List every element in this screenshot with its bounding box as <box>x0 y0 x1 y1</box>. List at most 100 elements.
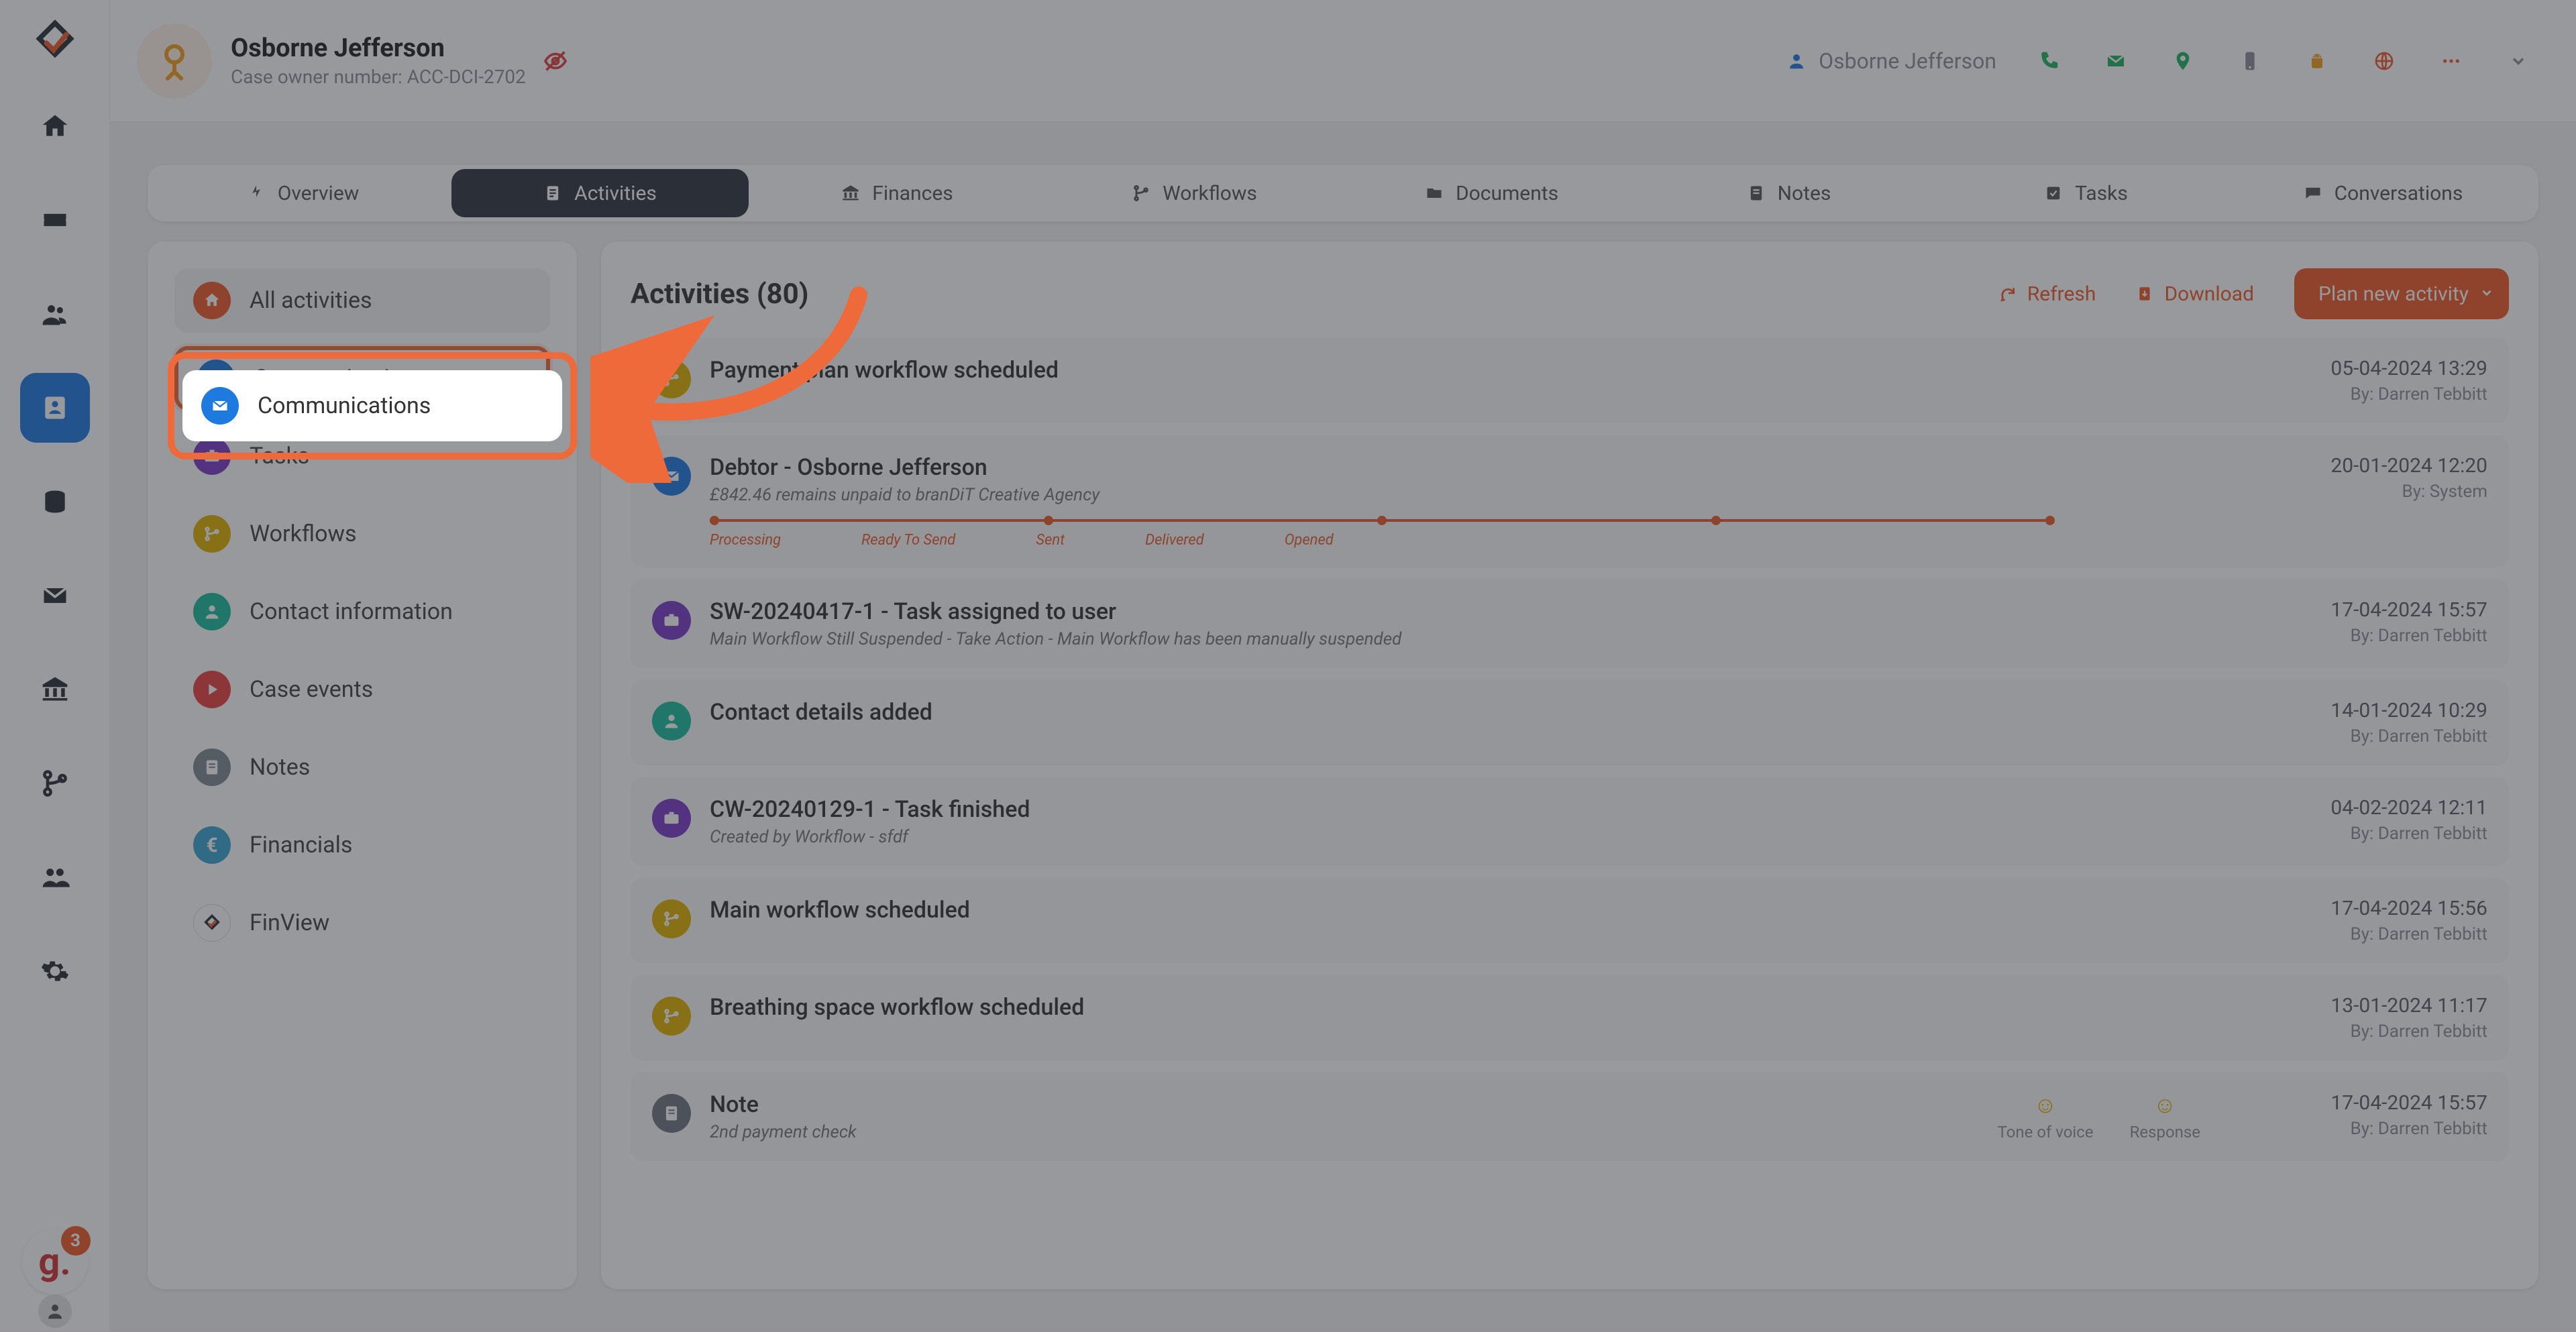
activity-author: By: System <box>2246 482 2487 502</box>
nav-group[interactable] <box>20 842 90 912</box>
activity-title: Debtor - Osborne Jefferson <box>710 454 2227 481</box>
mail-icon <box>652 457 691 496</box>
nav-contacts[interactable] <box>20 373 90 443</box>
refresh-button[interactable]: Refresh <box>1999 282 2096 306</box>
chevron-down-icon <box>2479 282 2494 306</box>
filter-financials[interactable]: € Financials <box>174 813 550 877</box>
tab-activities[interactable]: Activities <box>451 169 749 217</box>
nav-bank[interactable] <box>20 655 90 724</box>
activity-sub: Created by Workflow - sfdf <box>710 827 2227 847</box>
download-button[interactable]: Download <box>2136 282 2254 306</box>
tab-tasks[interactable]: Tasks <box>1937 169 2235 217</box>
filter-notes[interactable]: Notes <box>174 735 550 799</box>
activity-title: CW-20240129-1 - Task finished <box>710 796 2227 823</box>
contact-icon <box>652 702 691 740</box>
person-icon <box>193 593 231 630</box>
activity-item[interactable]: Main workflow scheduled 17-04-2024 15:56… <box>631 878 2509 963</box>
filter-workflows[interactable]: Workflows <box>174 502 550 566</box>
activity-author: By: Darren Tebbitt <box>2246 924 2487 944</box>
help-bubble-badge: 3 <box>61 1226 91 1256</box>
side-nav: g. 3 <box>0 0 110 1332</box>
tab-finances[interactable]: Finances <box>749 169 1046 217</box>
case-name: Osborne Jefferson <box>231 34 526 63</box>
tab-conversations[interactable]: Conversations <box>2235 169 2532 217</box>
activity-item[interactable]: CW-20240129-1 - Task finished Created by… <box>631 777 2509 866</box>
nav-mail[interactable] <box>20 561 90 630</box>
filter-communications[interactable]: Communications <box>174 346 550 410</box>
activity-title: SW-20240417-1 - Task assigned to user <box>710 598 2227 625</box>
user-avatar-small[interactable] <box>38 1294 72 1328</box>
filter-tasks[interactable]: Tasks <box>174 424 550 488</box>
workflow-icon <box>193 515 231 553</box>
activity-feed: Activities (80) Refresh Download <box>601 241 2538 1289</box>
location-icon[interactable] <box>2168 46 2198 76</box>
workflow-icon <box>652 899 691 938</box>
activity-date: 17-04-2024 15:57 <box>2246 598 2487 622</box>
activity-item[interactable]: Note 2nd payment check ☺Tone of voice ☺R… <box>631 1072 2509 1161</box>
mail-icon <box>197 359 235 397</box>
nav-tickets[interactable] <box>20 185 90 255</box>
mobile-icon[interactable] <box>2235 46 2265 76</box>
activity-item[interactable]: Breathing space workflow scheduled 13-01… <box>631 975 2509 1060</box>
mail-icon[interactable] <box>2101 46 2131 76</box>
note-icon <box>193 748 231 786</box>
case-number: Case owner number: ACC-DCI-2702 <box>231 66 526 88</box>
visibility-icon[interactable] <box>539 45 572 77</box>
chevron-down-icon[interactable] <box>2504 46 2533 76</box>
plan-activity-button[interactable]: Plan new activity <box>2294 268 2509 319</box>
delivery-pipeline: ProcessingReady To SendSentDeliveredOpen… <box>710 516 2227 549</box>
android-icon[interactable] <box>2302 46 2332 76</box>
feed-title: Activities (80) <box>631 278 808 311</box>
filter-case-events[interactable]: Case events <box>174 657 550 722</box>
activity-sub: Main Workflow Still Suspended - Take Act… <box>710 629 2227 649</box>
tab-notes[interactable]: Notes <box>1640 169 1937 217</box>
euro-icon: € <box>193 826 231 864</box>
note-icon <box>652 1094 691 1133</box>
activity-title: Payment plan workflow scheduled <box>710 357 2227 384</box>
activity-author: By: Darren Tebbitt <box>2246 1021 2487 1042</box>
nav-people[interactable] <box>20 279 90 349</box>
nav-home[interactable] <box>20 91 90 161</box>
activity-item[interactable]: Payment plan workflow scheduled 05-04-20… <box>631 338 2509 423</box>
activity-date: 17-04-2024 15:56 <box>2246 897 2487 920</box>
workflow-icon <box>652 997 691 1036</box>
activity-author: By: Darren Tebbitt <box>2246 824 2487 844</box>
filter-contact[interactable]: Contact information <box>174 579 550 644</box>
activity-author: By: Darren Tebbitt <box>2246 1119 2487 1139</box>
activity-date: 13-01-2024 11:17 <box>2246 994 2487 1017</box>
activity-date: 04-02-2024 12:11 <box>2246 796 2487 820</box>
nav-branch[interactable] <box>20 748 90 818</box>
activity-sub: 2nd payment check <box>710 1122 1979 1142</box>
tab-workflows[interactable]: Workflows <box>1046 169 1343 217</box>
workflow-icon <box>652 359 691 398</box>
activity-title: Main workflow scheduled <box>710 897 2227 924</box>
top-bar: Osborne Jefferson Case owner number: ACC… <box>110 0 2576 122</box>
filter-all-activities[interactable]: All activities <box>174 268 550 333</box>
activity-title: Contact details added <box>710 699 2227 726</box>
more-icon[interactable] <box>2436 46 2466 76</box>
help-bubble[interactable]: g. 3 <box>22 1229 88 1294</box>
nav-data[interactable] <box>20 467 90 537</box>
phone-icon[interactable] <box>2034 46 2063 76</box>
activity-item[interactable]: Contact details added 14-01-2024 10:29 B… <box>631 680 2509 765</box>
activity-date: 17-04-2024 15:57 <box>2246 1091 2487 1115</box>
task-icon <box>652 601 691 640</box>
finview-icon <box>193 904 231 942</box>
task-icon <box>193 437 231 475</box>
case-avatar <box>137 23 212 99</box>
task-icon <box>652 799 691 838</box>
play-icon <box>193 671 231 708</box>
activity-author: By: Darren Tebbitt <box>2246 626 2487 646</box>
globe-icon[interactable] <box>2369 46 2399 76</box>
tab-documents[interactable]: Documents <box>1343 169 1640 217</box>
activity-sub: £842.46 remains unpaid to branDiT Creati… <box>710 485 2227 505</box>
activity-item[interactable]: SW-20240417-1 - Task assigned to user Ma… <box>631 579 2509 668</box>
activity-item[interactable]: Debtor - Osborne Jefferson £842.46 remai… <box>631 435 2509 567</box>
tab-overview[interactable]: Overview <box>154 169 451 217</box>
filter-finview[interactable]: FinView <box>174 891 550 955</box>
section-tabs: Overview Activities Finances Workflows D… <box>148 165 2538 221</box>
current-user[interactable]: Osborne Jefferson <box>1786 48 1996 74</box>
activity-date: 05-04-2024 13:29 <box>2246 357 2487 380</box>
nav-settings[interactable] <box>20 936 90 1006</box>
activity-date: 14-01-2024 10:29 <box>2246 699 2487 722</box>
